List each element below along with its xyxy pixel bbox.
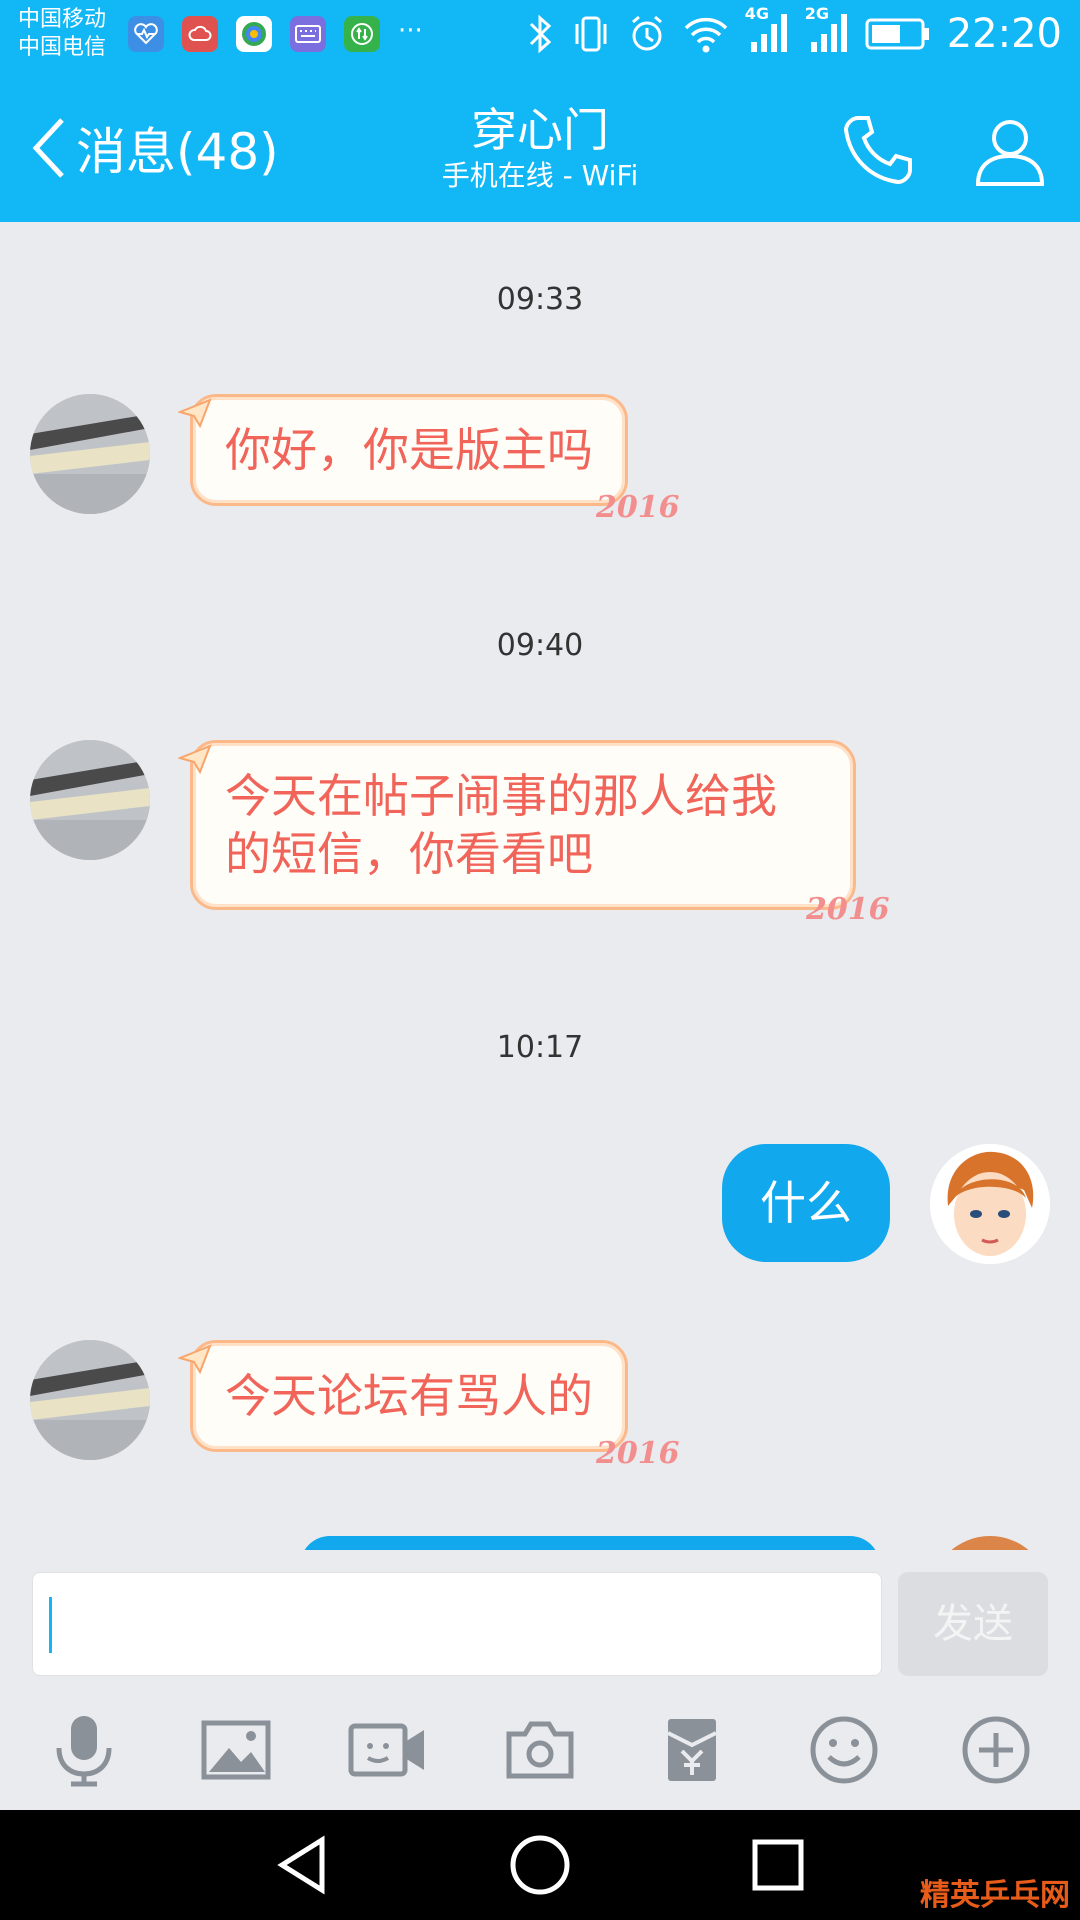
back-button[interactable]: 消息(48) <box>28 112 279 184</box>
signal-4g: 4G <box>745 4 789 58</box>
bubble-stamp: 2016 <box>806 892 890 927</box>
contact-name: 穿心门 <box>471 103 609 157</box>
carrier-1: 中国移动 <box>18 7 107 32</box>
circle-home-icon <box>510 1835 570 1895</box>
red-packet-button[interactable] <box>652 1710 732 1790</box>
wifi-icon <box>684 17 727 53</box>
keyboard-app-icon <box>290 16 326 52</box>
bubble-stamp: 2016 <box>596 1436 680 1471</box>
chevron-left-icon <box>32 118 64 178</box>
watermark-logo: 精英乒乓网 <box>920 1878 1070 1913</box>
battery-icon <box>865 18 929 50</box>
message-timestamp: 10:17 <box>496 1030 584 1065</box>
nav-back-button[interactable] <box>270 1832 336 1898</box>
vibrate-icon <box>575 16 607 52</box>
triangle-back-icon <box>277 1835 325 1895</box>
message-bubble-incoming[interactable]: 今天论坛有骂人的 <box>190 1340 628 1452</box>
video-call-button[interactable] <box>348 1710 428 1790</box>
message-list[interactable]: 09:33 你好，你是版主吗 2016 09:40 今天在帖子闹事的那人给我的短… <box>0 222 1080 1550</box>
red-packet-icon <box>667 1719 717 1781</box>
clock: 22:20 <box>946 11 1062 57</box>
my-avatar[interactable] <box>930 1144 1050 1264</box>
status-bar: 中国移动 中国电信 ··· 4G 2G 22:20 <box>0 0 1080 72</box>
message-text: 你好，你是版主吗 <box>225 423 593 477</box>
contact-avatar[interactable] <box>30 394 150 514</box>
message-text: 今天论坛有骂人的 <box>225 1369 593 1423</box>
back-label: 消息(48) <box>76 123 279 181</box>
camera-button[interactable] <box>500 1710 580 1790</box>
message-bubble-outgoing[interactable]: 什么 <box>722 1144 890 1262</box>
more-notifications-icon: ··· <box>398 16 423 46</box>
contact-status: 手机在线 - WiFi <box>441 159 639 192</box>
emoji-icon <box>810 1716 878 1784</box>
composer: 发送 <box>0 1550 1080 1676</box>
message-bubble-incoming[interactable]: 你好，你是版主吗 <box>190 394 628 506</box>
bubble-stamp: 2016 <box>596 490 680 525</box>
system-nav-bar: 精英乒乓网 <box>0 1810 1080 1920</box>
image-button[interactable] <box>196 1710 276 1790</box>
carrier-info: 中国移动 中国电信 <box>18 6 106 62</box>
system-icons: 4G 2G 22:20 <box>525 4 1062 58</box>
chat-header: 消息(48) 穿心门 手机在线 - WiFi <box>0 72 1080 222</box>
nav-home-button[interactable] <box>507 1832 573 1898</box>
contact-info[interactable]: 穿心门 手机在线 - WiFi <box>340 102 740 194</box>
data-app-icon <box>344 16 380 52</box>
bluetooth-icon <box>529 14 551 54</box>
emoji-button[interactable] <box>804 1710 884 1790</box>
paper-plane-icon <box>178 398 212 428</box>
browser-app-icon <box>236 16 272 52</box>
message-text: 什么 <box>760 1176 852 1230</box>
image-icon <box>201 1720 271 1780</box>
microphone-icon <box>56 1716 112 1787</box>
my-avatar-partial[interactable] <box>930 1536 1050 1550</box>
message-text: 今天在帖子闹事的那人给我的短信，你看看吧 <box>225 769 777 881</box>
alarm-icon <box>631 15 662 51</box>
send-button[interactable]: 发送 <box>898 1572 1048 1676</box>
paper-plane-icon <box>178 1344 212 1374</box>
message-timestamp: 09:40 <box>496 628 584 663</box>
notification-icons: ··· <box>128 16 423 52</box>
message-timestamp: 09:33 <box>496 282 584 317</box>
nav-recents-button[interactable] <box>745 1832 811 1898</box>
call-button[interactable] <box>840 112 916 192</box>
camera-icon <box>506 1721 574 1779</box>
carrier-2: 中国电信 <box>18 35 107 60</box>
composer-toolbar <box>0 1690 1080 1810</box>
phone-icon <box>843 116 912 185</box>
contact-avatar[interactable] <box>30 740 150 860</box>
voice-button[interactable] <box>44 1710 124 1790</box>
signal-2g: 2G <box>805 4 849 58</box>
square-recents-icon <box>752 1839 804 1891</box>
contact-avatar[interactable] <box>30 1340 150 1460</box>
message-input[interactable] <box>32 1572 882 1676</box>
health-app-icon <box>128 16 164 52</box>
message-bubble-incoming[interactable]: 今天在帖子闹事的那人给我的短信，你看看吧 <box>190 740 856 910</box>
cloud-app-icon <box>182 16 218 52</box>
more-button[interactable] <box>956 1710 1036 1790</box>
paper-plane-icon <box>178 744 212 774</box>
profile-button[interactable] <box>972 112 1048 192</box>
user-icon <box>975 120 1045 186</box>
message-bubble-outgoing-partial[interactable] <box>300 1536 880 1550</box>
video-icon <box>348 1723 424 1777</box>
text-cursor <box>49 1597 52 1653</box>
plus-circle-icon <box>962 1716 1030 1784</box>
